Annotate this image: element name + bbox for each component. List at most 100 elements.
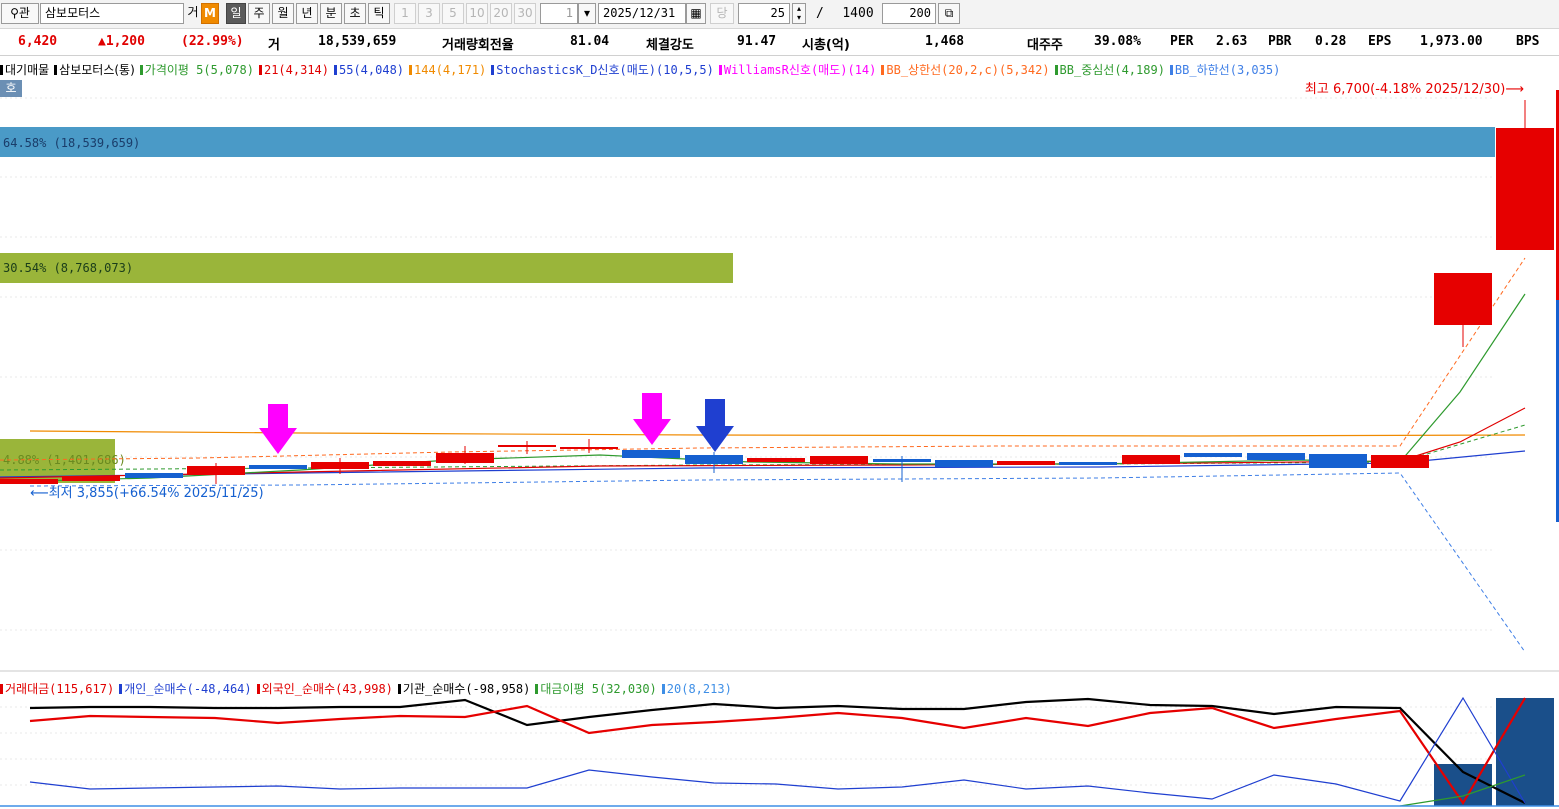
candle <box>873 459 931 462</box>
candle <box>622 450 680 458</box>
total-count: 1400 <box>842 6 874 21</box>
legend-item-williams[interactable]: WilliamsR신호(매도)(14) <box>718 63 876 77</box>
low-price-label: ⟵최저 3,855(+66.54% 2025/11/25) <box>30 486 264 501</box>
per-value: 2.63 <box>1216 34 1248 49</box>
legend-item-bb-upper[interactable]: BB_상한선(20,2,c)(5,342) <box>881 63 1050 77</box>
settings-button[interactable]: ⧉ <box>938 3 960 24</box>
market-cap-label: 시총(억) <box>802 38 850 53</box>
candle <box>125 473 183 478</box>
period-tick-button[interactable]: 틱 <box>368 3 390 24</box>
foreign-line <box>29 697 1526 806</box>
ma144-line <box>29 430 1526 437</box>
legend-item-ma5[interactable]: 가격이평 5(5,078) <box>139 63 254 77</box>
volume-profile: 64.58% (18,539,659) 30.54% (8,768,073) 4… <box>0 127 1495 483</box>
legend-item-bb-lower[interactable]: BB_하한선(3,035) <box>1169 63 1280 77</box>
ge-button[interactable]: 거 <box>185 3 201 24</box>
toolbar: ⚲관 삼보모터스 거 M 일 주 월 년 분 초 틱 1 3 5 10 20 3… <box>0 0 1559 29</box>
display-count-input[interactable]: 200 <box>882 3 936 24</box>
search-icon: ⚲ <box>10 6 19 20</box>
volume-profile-label-2: 30.54% (8,768,073) <box>3 261 133 275</box>
current-price: 6,420 <box>18 34 58 49</box>
slash-separator: / <box>816 6 824 21</box>
candle <box>498 445 556 447</box>
interval-5-button[interactable]: 5 <box>442 3 464 24</box>
market-cap-value: 1,468 <box>925 34 965 49</box>
strength-label: 체결강도 <box>646 38 694 53</box>
high-price-label: 최고 6,700(-4.18% 2025/12/30)⟶ <box>1305 82 1524 97</box>
candle <box>1496 128 1554 250</box>
search-button[interactable]: ⚲관 <box>1 3 39 24</box>
stock-name-input[interactable]: 삼보모터스 <box>40 3 184 24</box>
turnover-value: 81.04 <box>570 34 610 49</box>
candle <box>311 462 369 469</box>
candle <box>1371 455 1429 468</box>
legend-item-ma55[interactable]: 55(4,048) <box>334 63 404 77</box>
legend-item-bb-mid[interactable]: BB_중심선(4,189) <box>1054 63 1165 77</box>
period-minute-button[interactable]: 분 <box>320 3 342 24</box>
volume-label: 거 <box>268 38 280 53</box>
quote-bar: 6,420 ▲1,200 (22.99%) 거 18,539,659 거래량회전… <box>0 31 1559 56</box>
per-label: PER <box>1170 34 1194 49</box>
volume-profile-bar-1 <box>0 127 1495 157</box>
volume-profile-label-1: 64.58% (18,539,659) <box>3 136 140 150</box>
calendar-icon: ▦ <box>690 6 702 20</box>
candle <box>997 461 1055 465</box>
dang-button[interactable]: 당 <box>710 3 734 24</box>
eps-value: 1,973.00 <box>1420 34 1483 49</box>
interval-30-button[interactable]: 30 <box>514 3 536 24</box>
candle <box>1059 462 1117 465</box>
legend-item-ma144[interactable]: 144(4,171) <box>409 63 486 77</box>
chevron-down-icon: ▾ <box>583 6 591 20</box>
interval-10-button[interactable]: 10 <box>466 3 488 24</box>
major-holder-value: 39.08% <box>1094 34 1141 49</box>
period-day-button[interactable]: 일 <box>226 3 246 24</box>
count-dropdown[interactable]: ▾ <box>578 3 596 24</box>
stepper-icon: ▴ ▾ <box>796 4 801 22</box>
legend-item-supply[interactable]: 대기매물 <box>0 63 49 77</box>
legend-item-stochastics[interactable]: StochasticsK_D신호(매도)(10,5,5) <box>491 63 714 77</box>
period-month-button[interactable]: 월 <box>272 3 294 24</box>
legend-item-stock[interactable]: 삼보모터스(통) <box>54 63 135 77</box>
view-count-stepper[interactable]: ▴ ▾ <box>792 3 806 24</box>
price-chart[interactable]: 64.58% (18,539,659) 30.54% (8,768,073) 4… <box>0 80 1559 672</box>
williams-sell-arrow <box>259 404 297 454</box>
turnover-label: 거래량회전율 <box>442 38 514 53</box>
candle <box>1434 273 1492 325</box>
interval-3-button[interactable]: 3 <box>418 3 440 24</box>
stochastics-sell-arrow <box>696 399 734 452</box>
date-input[interactable]: 2025/12/31 <box>598 3 686 24</box>
price-change-pct: (22.99%) <box>181 34 244 49</box>
candle <box>747 458 805 462</box>
candle <box>62 476 120 481</box>
candle <box>436 453 494 463</box>
individual-line <box>29 696 1526 804</box>
candles <box>0 100 1554 484</box>
investor-flow-chart[interactable] <box>0 675 1559 809</box>
pbr-label: PBR <box>1268 34 1292 49</box>
calendar-button[interactable]: ▦ <box>686 3 706 24</box>
candle <box>810 456 868 464</box>
m-button[interactable]: M <box>201 3 219 24</box>
candle <box>1309 454 1367 468</box>
view-count-input[interactable]: 25 <box>738 3 790 24</box>
williams-sell-arrow <box>633 393 671 445</box>
candle <box>1247 453 1305 460</box>
bb-upper-line <box>0 257 1526 461</box>
major-holder-label: 대주주 <box>1027 38 1063 53</box>
pbr-value: 0.28 <box>1315 34 1347 49</box>
interval-20-button[interactable]: 20 <box>490 3 512 24</box>
count-input[interactable]: 1 <box>540 3 578 24</box>
trade-amount-bar <box>1496 698 1554 806</box>
price-change: ▲1,200 <box>98 34 145 49</box>
bb-mid-line <box>0 424 1526 471</box>
grid-lines <box>0 97 1495 631</box>
period-second-button[interactable]: 초 <box>344 3 366 24</box>
interval-1-button[interactable]: 1 <box>394 3 416 24</box>
period-week-button[interactable]: 주 <box>248 3 270 24</box>
candle <box>249 465 307 469</box>
export-icon: ⧉ <box>944 6 954 20</box>
main-chart-legend: 대기매물 삼보모터스(통) 가격이평 5(5,078) 21(4,314) 55(4,0… <box>0 61 1285 79</box>
legend-item-ma21[interactable]: 21(4,314) <box>258 63 329 77</box>
period-year-button[interactable]: 년 <box>296 3 318 24</box>
candle <box>0 479 58 484</box>
